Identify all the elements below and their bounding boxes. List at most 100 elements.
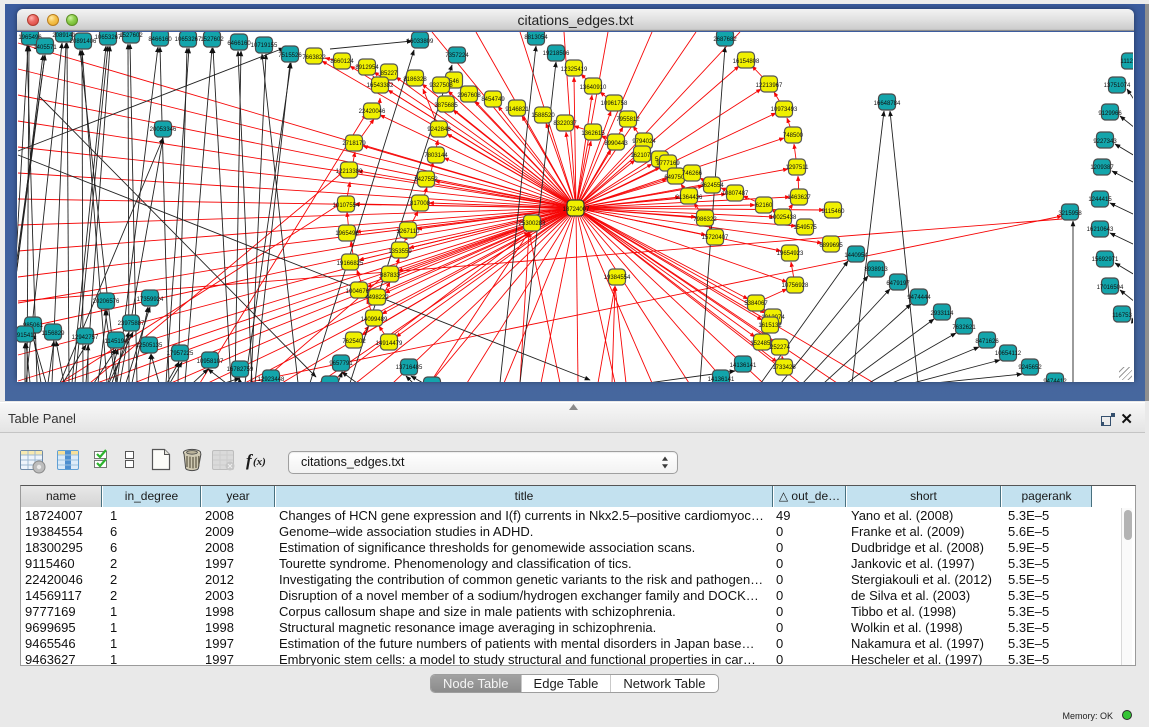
svg-text:1440954: 1440954	[844, 253, 868, 259]
svg-text:14099489: 14099489	[361, 317, 388, 323]
svg-text:9794024: 9794024	[632, 139, 656, 145]
svg-text:10025438: 10025438	[770, 215, 797, 221]
svg-text:8471626: 8471626	[975, 339, 999, 345]
svg-text:7515526: 7515526	[278, 53, 302, 59]
svg-text:3915411: 3915411	[17, 333, 37, 339]
svg-text:5384067: 5384067	[744, 301, 768, 307]
svg-text:10756928: 10756928	[782, 283, 809, 289]
svg-text:252274: 252274	[770, 345, 791, 351]
svg-text:7357224: 7357224	[445, 53, 469, 59]
svg-text:9146821: 9146821	[505, 107, 529, 113]
svg-text:22420046: 22420046	[359, 109, 386, 115]
svg-text:9129966: 9129966	[1098, 111, 1122, 117]
svg-text:3624554: 3624554	[700, 183, 724, 189]
svg-text:12213389: 12213389	[336, 169, 363, 175]
svg-text:19384554: 19384554	[604, 275, 631, 281]
svg-text:17359924: 17359924	[137, 297, 164, 303]
svg-text:8990443: 8990443	[604, 141, 628, 147]
svg-text:12942757: 12942757	[72, 335, 99, 341]
svg-text:1405571: 1405571	[33, 45, 57, 51]
svg-text:7632621: 7632621	[952, 325, 976, 331]
svg-text:8938913: 8938913	[864, 267, 888, 273]
svg-text:10107554: 10107554	[333, 203, 360, 209]
svg-text:8186328: 8186328	[403, 77, 427, 83]
svg-text:8427552: 8427552	[414, 177, 438, 183]
svg-text:2967608: 2967608	[457, 93, 481, 99]
svg-text:2687682: 2687682	[713, 37, 737, 43]
svg-text:9657791: 9657791	[329, 361, 353, 367]
svg-text:17016504: 17016504	[1097, 285, 1124, 291]
svg-text:1156829: 1156829	[42, 331, 66, 337]
svg-text:12213967: 12213967	[756, 83, 783, 89]
svg-text:9115460: 9115460	[822, 209, 846, 215]
svg-text:10653267: 10653267	[95, 35, 122, 41]
svg-text:18724007: 18724007	[563, 207, 590, 213]
svg-text:8454749: 8454749	[481, 97, 505, 103]
svg-text:10807487: 10807487	[722, 191, 749, 197]
svg-text:1145194: 1145194	[105, 339, 129, 345]
svg-text:1549575: 1549575	[793, 225, 817, 231]
svg-text:3215958: 3215958	[1058, 211, 1082, 217]
svg-text:3267110: 3267110	[397, 229, 421, 235]
svg-text:10653267: 10653267	[175, 37, 202, 43]
svg-text:1588520: 1588520	[531, 113, 555, 119]
svg-text:16782759: 16782759	[227, 367, 254, 373]
svg-text:1297511: 1297511	[786, 165, 810, 171]
svg-text:10654112: 10654112	[995, 351, 1022, 357]
svg-text:8322037: 8322037	[553, 121, 577, 127]
svg-text:6466160: 6466160	[227, 41, 251, 47]
svg-text:20891406: 20891406	[70, 39, 97, 45]
svg-text:7986322: 7986322	[693, 217, 717, 223]
svg-text:16210643: 16210643	[1087, 227, 1114, 233]
svg-text:7803144: 7803144	[424, 153, 448, 159]
svg-text:9327508: 9327508	[429, 83, 453, 89]
svg-text:748500: 748500	[783, 133, 804, 139]
svg-text:23975887: 23975887	[118, 321, 145, 327]
svg-text:6899695: 6899695	[819, 243, 843, 249]
svg-text:21364436: 21364436	[676, 195, 703, 201]
svg-text:13716485: 13716485	[396, 365, 423, 371]
svg-text:887833: 887833	[380, 273, 401, 279]
svg-text:8466160: 8466160	[148, 37, 172, 43]
svg-text:746266: 746266	[682, 171, 703, 177]
svg-text:7663822: 7663822	[302, 55, 326, 61]
svg-text:19166825: 19166825	[337, 261, 364, 267]
svg-text:9245652: 9245652	[1018, 365, 1042, 371]
svg-text:817008: 817008	[410, 201, 431, 207]
svg-text:7625402: 7625402	[342, 339, 366, 345]
svg-text:14914479: 14914479	[376, 341, 403, 347]
svg-text:25300283: 25300283	[519, 221, 546, 227]
svg-text:3875685: 3875685	[434, 103, 458, 109]
svg-text:16154808: 16154808	[733, 59, 760, 65]
svg-text:15692971: 15692971	[1092, 257, 1119, 263]
svg-text:1527602: 1527602	[200, 37, 224, 43]
svg-text:2933114: 2933114	[931, 311, 955, 317]
svg-text:10973493: 10973493	[771, 107, 798, 113]
svg-text:19654923: 19654923	[777, 251, 804, 257]
svg-text:6479197: 6479197	[886, 281, 910, 287]
svg-text:1733426: 1733426	[772, 365, 796, 371]
svg-text:116753: 116753	[1112, 313, 1132, 319]
svg-text:1463627: 1463627	[787, 195, 811, 201]
svg-text:1244415: 1244415	[1088, 197, 1112, 203]
svg-text:1527602: 1527602	[119, 33, 143, 39]
svg-text:7955812: 7955812	[616, 117, 640, 123]
svg-text:8912954: 8912954	[355, 65, 379, 71]
svg-text:9474412: 9474412	[1043, 379, 1067, 382]
svg-text:17957225: 17957225	[167, 351, 194, 357]
svg-text:16033809: 16033809	[407, 39, 434, 45]
svg-text:9227343: 9227343	[1093, 139, 1117, 145]
svg-text:1209387: 1209387	[1090, 165, 1114, 171]
svg-text:1353559: 1353559	[388, 249, 412, 255]
svg-text:12923448: 12923448	[258, 377, 285, 382]
svg-text:10719155: 10719155	[251, 43, 278, 49]
svg-text:(x): (x)	[253, 456, 266, 468]
svg-text:20206576: 20206576	[93, 299, 120, 305]
svg-text:2718179: 2718179	[342, 141, 366, 147]
svg-text:8660124: 8660124	[330, 59, 354, 65]
svg-text:19218506: 19218506	[543, 51, 570, 57]
svg-text:10961758: 10961758	[601, 101, 628, 107]
svg-text:10958107: 10958107	[197, 359, 224, 365]
svg-text:13751074: 13751074	[1104, 83, 1131, 89]
svg-text:12505135: 12505135	[136, 343, 163, 349]
